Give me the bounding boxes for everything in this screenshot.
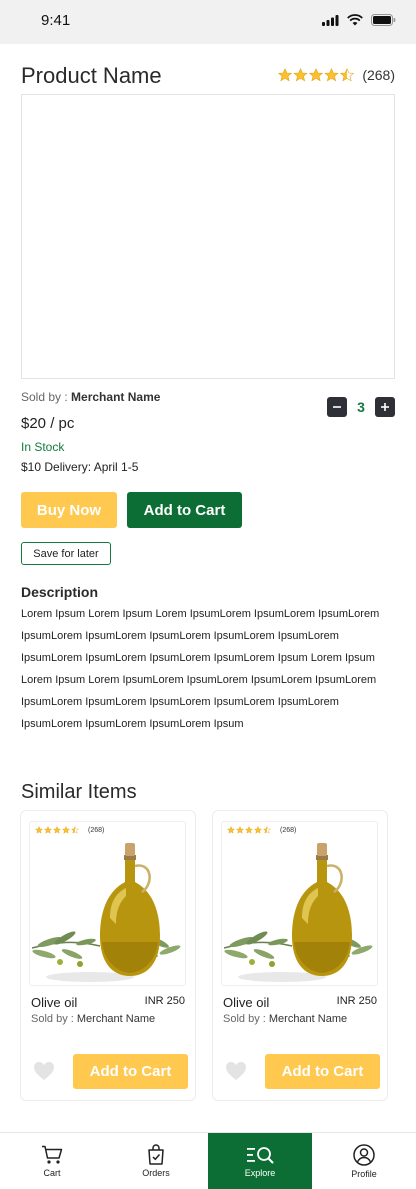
status-time: 9:41 [41,12,71,29]
sold-by-label: Sold by : [223,1013,266,1025]
wifi-icon [347,14,363,26]
similar-item-card[interactable]: (268) Olive oil INR 250 Sold by : Mercha… [20,810,196,1101]
bag-icon [148,1144,164,1165]
product-price: $20 / pc [21,415,75,432]
minus-icon [333,406,341,408]
sold-by-label: Sold by : [21,390,68,404]
save-for-later-button[interactable]: Save for later [21,542,111,565]
signal-icon [322,14,339,26]
nav-label: Orders [142,1168,170,1178]
battery-icon [371,14,396,26]
merchant-name[interactable]: Merchant Name [77,1013,155,1025]
nav-label: Explore [244,1167,276,1178]
delivery-info: $10 Delivery: April 1-5 [21,460,139,474]
nav-label: Cart [43,1167,61,1178]
sold-by: Sold by : Merchant Name [21,390,160,404]
description-text: Lorem Ipsum Lorem Ipsum Lorem IpsumLorem… [21,608,380,730]
merchant-name[interactable]: Merchant Name [71,390,160,404]
plus-icon [381,403,389,411]
nav-item-cart[interactable]: Cart [0,1133,104,1189]
buy-now-button[interactable]: Buy Now [21,492,117,528]
similar-item-card[interactable]: (268) Olive oil INR 250 Sold by : Mercha… [212,810,388,1101]
similar-item-seller: Sold by : Merchant Name [223,1013,347,1025]
similar-items-title: Similar Items [21,781,137,803]
product-title: Product Name [21,63,162,88]
increase-quantity-button[interactable] [375,397,395,417]
nav-label: Profile [351,1168,377,1179]
olive-oil-image [30,841,183,984]
olive-oil-image [222,841,375,984]
quantity-stepper: 3 [327,397,395,417]
star-rating-icon [278,68,355,82]
bottom-nav: Cart Orders Explore Profile [0,1132,416,1189]
product-image [21,94,395,379]
heart-icon[interactable] [225,1061,247,1081]
nav-item-orders[interactable]: Orders [104,1133,208,1189]
heart-icon[interactable] [33,1061,55,1081]
add-to-cart-button[interactable]: Add to Cart [127,492,242,528]
stock-status: In Stock [21,440,65,454]
similar-add-to-cart-button[interactable]: Add to Cart [73,1054,188,1089]
rating-count: (268) [362,67,395,83]
similar-add-to-cart-button[interactable]: Add to Cart [265,1054,380,1089]
similar-item-name: Olive oil [31,995,78,1010]
decrease-quantity-button[interactable] [327,397,347,417]
profile-icon [353,1143,375,1166]
similar-item-name: Olive oil [223,995,270,1010]
nav-item-profile[interactable]: Profile [312,1133,416,1189]
status-icons [322,14,396,26]
similar-item-price: INR 250 [336,995,377,1007]
description-title: Description [21,584,99,600]
merchant-name[interactable]: Merchant Name [269,1013,347,1025]
similar-item-image: (268) [29,821,186,986]
quantity-value: 3 [357,399,365,415]
similar-item-price: INR 250 [144,995,185,1007]
similar-item-image: (268) [221,821,378,986]
nav-item-explore[interactable]: Explore [208,1133,312,1189]
sold-by-label: Sold by : [31,1013,74,1025]
status-bar: 9:41 [0,0,416,44]
explore-icon [247,1146,274,1163]
cart-icon [42,1145,63,1164]
product-rating: (268) [278,67,395,83]
similar-item-seller: Sold by : Merchant Name [31,1013,155,1025]
